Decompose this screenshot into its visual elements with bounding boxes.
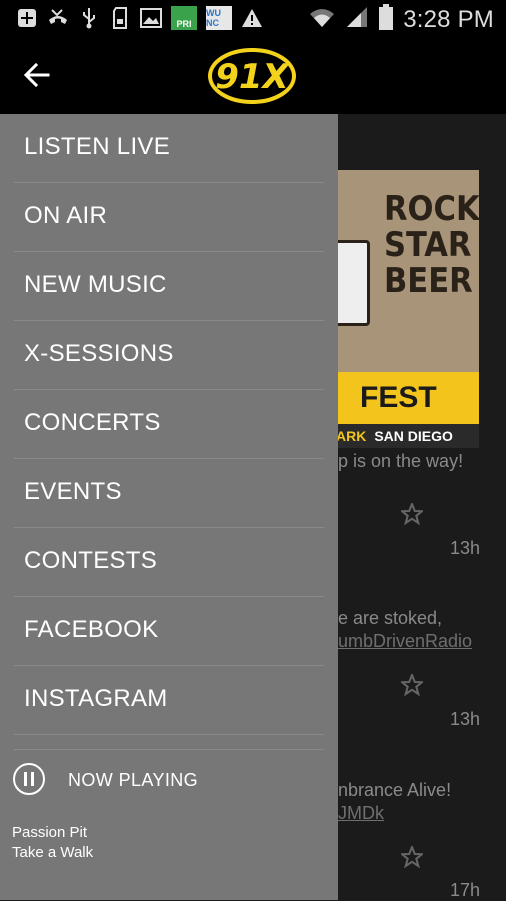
logo-text: 91X xyxy=(215,57,290,97)
menu-item-label: EVENTS xyxy=(24,478,122,505)
track-artist: Passion Pit xyxy=(12,824,88,841)
app-bar: 91X xyxy=(0,36,506,114)
status-bar: PRI WU NC 3:28 PM xyxy=(0,0,506,36)
system-indicators: 3:28 PM xyxy=(309,4,494,35)
back-arrow-icon[interactable] xyxy=(22,60,52,90)
poster-line-2: STAR xyxy=(384,225,472,265)
feed-item-3-text: nbrance Alive! xyxy=(338,780,452,800)
usb-icon xyxy=(78,7,100,29)
poster-city: SAN DIEGO xyxy=(374,428,453,444)
menu-item-label: CONTESTS xyxy=(24,547,158,574)
poster-place-partial: ARK xyxy=(336,428,367,444)
star-icon[interactable] xyxy=(399,672,425,697)
image-icon xyxy=(140,7,162,29)
menu-item-label: FACEBOOK xyxy=(24,616,159,643)
menu-item-contests[interactable]: CONTESTS xyxy=(14,528,324,597)
star-icon[interactable] xyxy=(399,501,425,526)
now-playing-label: NOW PLAYING xyxy=(68,770,199,790)
poster-line-1: ROCK xyxy=(384,189,480,229)
menu-item-label: CONCERTS xyxy=(24,409,161,436)
battery-icon xyxy=(379,4,394,35)
navigation-drawer: LISTEN LIVE ON AIR NEW MUSIC X-SESSIONS … xyxy=(0,114,338,900)
warning-icon xyxy=(241,7,263,29)
feed-item-3-time: 17h xyxy=(450,880,481,900)
wifi-icon xyxy=(309,6,335,33)
menu-item-label: LISTEN LIVE xyxy=(24,133,171,160)
feed-item-2-time: 13h xyxy=(450,709,481,729)
add-box-icon xyxy=(16,7,38,29)
signal-icon xyxy=(345,5,369,34)
menu-item-label: INSTAGRAM xyxy=(24,685,168,712)
feed-item-1-text: p is on the way! xyxy=(338,451,464,471)
clock: 3:28 PM xyxy=(403,5,494,33)
poster-line-3: BEER xyxy=(384,261,473,301)
menu-item-listen-live[interactable]: LISTEN LIVE xyxy=(14,114,324,183)
notification-icons: PRI WU NC xyxy=(16,6,263,30)
menu-item-facebook[interactable]: FACEBOOK xyxy=(14,597,324,666)
menu-item-events[interactable]: EVENTS xyxy=(14,459,324,528)
feed-item-2-link[interactable]: umbDrivenRadio xyxy=(338,631,472,652)
menu-item-concerts[interactable]: CONCERTS xyxy=(14,390,324,459)
poster-fest: FEST xyxy=(322,372,479,424)
menu-item-label: ON AIR xyxy=(24,202,108,229)
missed-call-icon xyxy=(47,7,69,29)
track-title: Take a Walk xyxy=(12,844,94,861)
pri-label: PRI xyxy=(176,19,192,29)
wunc-label: WU NC xyxy=(206,8,221,28)
menu-item-label: X-SESSIONS xyxy=(24,340,174,367)
star-icon[interactable] xyxy=(399,844,425,869)
feed-item-1-time: 13h xyxy=(450,538,481,558)
menu-item-on-air[interactable]: ON AIR xyxy=(14,183,324,252)
event-poster-image[interactable]: ROCK STAR BEER FEST ARK SAN DIEGO xyxy=(322,170,480,448)
menu-item-label: NEW MUSIC xyxy=(24,271,167,298)
pri-app-icon: PRI xyxy=(171,6,197,30)
feed-item-2-text: e are stoked, xyxy=(338,608,443,628)
station-logo: 91X xyxy=(206,44,298,108)
menu-item-x-sessions[interactable]: X-SESSIONS xyxy=(14,321,324,390)
now-playing-bar[interactable]: NOW PLAYING xyxy=(12,762,332,798)
menu-item-new-music[interactable]: NEW MUSIC xyxy=(14,252,324,321)
feed-item-3-link[interactable]: JMDk xyxy=(338,803,384,824)
wunc-app-icon: WU NC xyxy=(206,6,232,30)
sd-card-icon xyxy=(109,7,131,29)
poster-strip: ARK SAN DIEGO xyxy=(322,424,479,448)
menu-item-instagram[interactable]: INSTAGRAM xyxy=(14,666,324,735)
pause-icon[interactable] xyxy=(12,762,46,796)
